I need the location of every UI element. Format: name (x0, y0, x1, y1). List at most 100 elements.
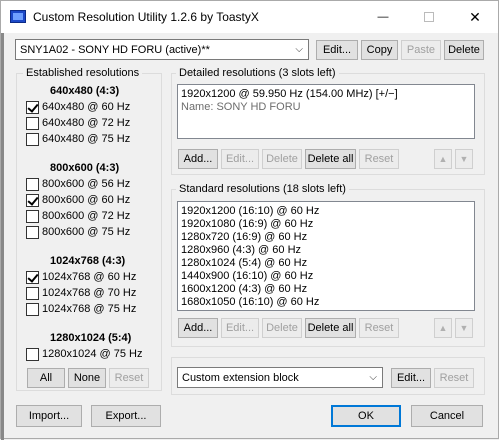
checkbox-box[interactable] (26, 286, 39, 300)
checkbox-box[interactable] (26, 132, 39, 146)
checkbox-label: 1024x768 @ 75 Hz (42, 303, 137, 315)
paste-button: Paste (401, 40, 441, 60)
checkbox-1024x768-70[interactable]: 1024x768 @ 70 Hz (26, 286, 136, 300)
standard-edit-button: Edit... (221, 318, 259, 338)
standard-move-up-button: ▲ (434, 318, 452, 338)
monitor-select-value: SNY1A02 - SONY HD FORU (active)** (20, 43, 210, 56)
copy-button[interactable]: Copy (361, 40, 398, 60)
checkbox-label: 800x600 @ 72 Hz (42, 210, 131, 222)
monitor-delete-button[interactable]: Delete (444, 40, 484, 60)
list-item[interactable]: 1280x720 (16:9) @ 60 Hz (181, 231, 471, 244)
section-header-1280x1024: 1280x1024 (5:4) (50, 332, 132, 344)
checkbox-label: 1024x768 @ 70 Hz (42, 287, 137, 299)
checkbox-640x480-60[interactable]: 640x480 @ 60 Hz (26, 100, 130, 114)
standard-reset-button: Reset (359, 318, 399, 338)
checkbox-label: 1024x768 @ 60 Hz (42, 271, 137, 283)
cancel-button[interactable]: Cancel (411, 405, 483, 427)
checkbox-640x480-72[interactable]: 640x480 @ 72 Hz (26, 116, 130, 130)
list-item[interactable]: 1280x1024 (5:4) @ 60 Hz (181, 257, 471, 270)
section-header-640x480: 640x480 (4:3) (50, 85, 120, 97)
background-strip (1, 1, 4, 440)
list-item[interactable]: 1920x1200 (16:10) @ 60 Hz (181, 205, 471, 218)
extension-reset-button: Reset (434, 368, 474, 388)
list-item[interactable]: 1440x900 (16:10) @ 60 Hz (181, 270, 471, 283)
chevron-down-icon: ⌵ (295, 44, 303, 55)
arrow-up-icon: ▲ (438, 154, 448, 164)
detailed-delete-button: Delete (262, 149, 302, 169)
list-item[interactable]: 1600x1200 (4:3) @ 60 Hz (181, 283, 471, 296)
minimize-button[interactable]: — (360, 1, 406, 33)
checkbox-box[interactable] (26, 193, 39, 207)
select-all-button[interactable]: All (27, 368, 65, 388)
monitor-app-icon (10, 10, 26, 23)
arrow-up-icon: ▲ (438, 323, 448, 333)
checkbox-800x600-56[interactable]: 800x600 @ 56 Hz (26, 177, 130, 191)
chevron-down-icon: ⌵ (369, 372, 377, 383)
checkbox-label: 800x600 @ 60 Hz (42, 194, 131, 206)
checkbox-800x600-72[interactable]: 800x600 @ 72 Hz (26, 209, 130, 223)
list-item[interactable]: Name: SONY HD FORU (181, 101, 471, 114)
list-item[interactable]: 1680x1050 (16:10) @ 60 Hz (181, 296, 471, 309)
checkbox-label: 640x480 @ 60 Hz (42, 101, 131, 113)
checkbox-box[interactable] (26, 347, 39, 361)
detailed-reset-button: Reset (359, 149, 399, 169)
section-header-800x600: 800x600 (4:3) (50, 162, 120, 174)
extension-edit-button[interactable]: Edit... (391, 368, 431, 388)
standard-resolutions-list[interactable]: 1920x1200 (16:10) @ 60 Hz 1920x1080 (16:… (177, 201, 475, 311)
checkbox-box[interactable] (26, 116, 39, 130)
monitor-edit-button[interactable]: Edit... (316, 40, 358, 60)
standard-resolutions-label: Standard resolutions (18 slots left) (176, 183, 349, 195)
checkbox-label: 1280x1024 @ 75 Hz (42, 348, 143, 360)
export-button[interactable]: Export... (91, 405, 161, 427)
maximize-icon (424, 12, 434, 22)
title-bar[interactable]: Custom Resolution Utility 1.2.6 by Toast… (1, 1, 498, 33)
list-item[interactable]: 1280x960 (4:3) @ 60 Hz (181, 244, 471, 257)
checkbox-640x480-75[interactable]: 640x480 @ 75 Hz (26, 132, 130, 146)
arrow-down-icon: ▼ (459, 323, 469, 333)
checkbox-1024x768-75[interactable]: 1024x768 @ 75 Hz (26, 302, 136, 316)
detailed-resolutions-list[interactable]: 1920x1200 @ 59.950 Hz (154.00 MHz) [+/−]… (177, 84, 475, 139)
window-title: Custom Resolution Utility 1.2.6 by Toast… (33, 10, 259, 24)
list-item[interactable]: 1920x1200 @ 59.950 Hz (154.00 MHz) [+/−] (181, 88, 471, 101)
checkbox-box[interactable] (26, 270, 39, 284)
standard-delete-all-button[interactable]: Delete all (305, 318, 356, 338)
checkbox-1024x768-60[interactable]: 1024x768 @ 60 Hz (26, 270, 136, 284)
checkbox-label: 640x480 @ 75 Hz (42, 133, 131, 145)
extension-block-select[interactable]: Custom extension block ⌵ (177, 367, 383, 388)
checkbox-800x600-60[interactable]: 800x600 @ 60 Hz (26, 193, 130, 207)
checkbox-box[interactable] (26, 209, 39, 223)
arrow-down-icon: ▼ (459, 154, 469, 164)
standard-move-down-button: ▼ (455, 318, 473, 338)
close-icon: ✕ (469, 8, 481, 25)
list-item[interactable]: 1920x1080 (16:9) @ 60 Hz (181, 218, 471, 231)
detailed-add-button[interactable]: Add... (178, 149, 218, 169)
checkbox-box[interactable] (26, 100, 39, 114)
extension-block-select-value: Custom extension block (182, 371, 299, 384)
established-reset-button: Reset (109, 368, 149, 388)
detailed-edit-button: Edit... (221, 149, 259, 169)
monitor-select[interactable]: SNY1A02 - SONY HD FORU (active)** ⌵ (15, 39, 309, 60)
checkbox-label: 800x600 @ 56 Hz (42, 178, 131, 190)
close-button[interactable]: ✕ (452, 1, 498, 33)
checkbox-box[interactable] (26, 302, 39, 316)
detailed-resolutions-label: Detailed resolutions (3 slots left) (176, 67, 339, 79)
checkbox-1280x1024-75[interactable]: 1280x1024 @ 75 Hz (26, 347, 142, 361)
checkbox-box[interactable] (26, 177, 39, 191)
minimize-icon: — (377, 11, 389, 23)
standard-add-button[interactable]: Add... (178, 318, 218, 338)
maximize-button (406, 1, 452, 33)
checkbox-box[interactable] (26, 225, 39, 239)
import-button[interactable]: Import... (16, 405, 82, 427)
main-window: Custom Resolution Utility 1.2.6 by Toast… (0, 0, 499, 440)
select-none-button[interactable]: None (68, 368, 106, 388)
checkbox-800x600-75[interactable]: 800x600 @ 75 Hz (26, 225, 130, 239)
checkbox-label: 800x600 @ 75 Hz (42, 226, 131, 238)
established-resolutions-label: Established resolutions (23, 67, 143, 79)
standard-delete-button: Delete (262, 318, 302, 338)
ok-button[interactable]: OK (331, 405, 401, 427)
detailed-move-down-button: ▼ (455, 149, 473, 169)
checkbox-label: 640x480 @ 72 Hz (42, 117, 131, 129)
section-header-1024x768: 1024x768 (4:3) (50, 255, 126, 267)
detailed-move-up-button: ▲ (434, 149, 452, 169)
detailed-delete-all-button[interactable]: Delete all (305, 149, 356, 169)
